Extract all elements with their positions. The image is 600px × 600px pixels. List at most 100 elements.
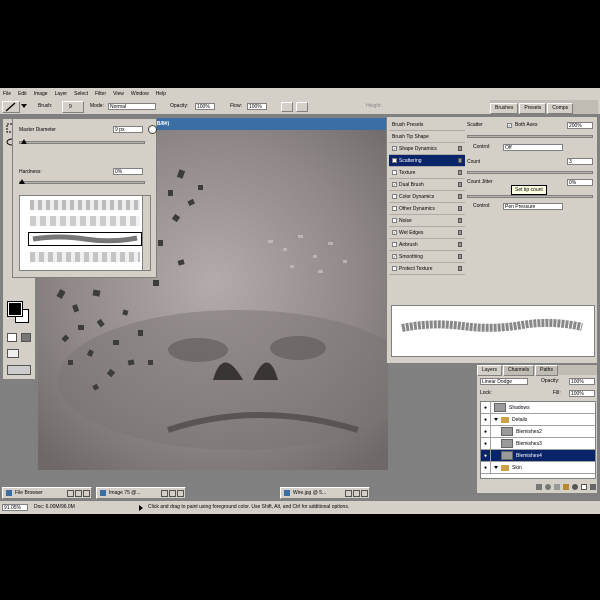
airbrush-button[interactable]: [281, 102, 293, 112]
eye-icon[interactable]: ●: [481, 414, 491, 425]
minimized-document[interactable]: Wire.jpg @ 5...: [280, 487, 370, 499]
eye-icon[interactable]: ●: [481, 402, 491, 413]
minimize-icon[interactable]: [161, 489, 168, 497]
menu-edit[interactable]: Edit: [18, 91, 27, 97]
brush-menu-arrow-icon[interactable]: [148, 125, 157, 134]
tab-layers[interactable]: Layers: [477, 365, 503, 376]
lock-icon[interactable]: [458, 230, 462, 235]
brush-setting-brush-tip-shape[interactable]: Brush Tip Shape: [389, 131, 465, 143]
layer-row[interactable]: ● Details: [481, 414, 595, 426]
brush-tip-swatch[interactable]: [30, 200, 140, 210]
brush-tool-preset-button[interactable]: [2, 101, 20, 113]
expand-triangle-icon[interactable]: [494, 466, 498, 469]
count-slider[interactable]: [467, 171, 593, 174]
menu-window[interactable]: Window: [131, 91, 149, 97]
layer-row[interactable]: ● Skin: [481, 462, 595, 474]
lock-icon[interactable]: [458, 266, 462, 271]
scatter-control-select[interactable]: Off: [503, 144, 563, 151]
layer-opacity-field[interactable]: 100%: [569, 378, 595, 385]
close-icon[interactable]: [177, 489, 184, 497]
menu-image[interactable]: Image: [34, 91, 48, 97]
checked-checkbox-icon[interactable]: ✓: [392, 230, 397, 235]
tab-paths[interactable]: Paths: [535, 365, 558, 376]
eye-icon[interactable]: ●: [481, 450, 491, 461]
tool-preset-arrow-icon[interactable]: [21, 104, 27, 108]
brush-setting-dual-brush[interactable]: ✓ Dual Brush: [389, 179, 465, 191]
checkbox-icon[interactable]: [392, 170, 397, 175]
quick-mask-icon[interactable]: [7, 333, 17, 342]
brush-tip-selected[interactable]: [28, 232, 142, 246]
checkbox-icon[interactable]: [392, 194, 397, 199]
checked-checkbox-icon[interactable]: ✓: [392, 158, 397, 163]
count-jitter-slider[interactable]: [467, 195, 593, 198]
lock-icon[interactable]: [458, 182, 462, 187]
brush-setting-scattering[interactable]: ✓ Scattering: [389, 155, 465, 167]
foreground-color-swatch[interactable]: [7, 301, 23, 317]
brush-setting-shape-dynamics[interactable]: ✓ Shape Dynamics: [389, 143, 465, 155]
count-jitter-control-select[interactable]: Pen Pressure: [503, 203, 563, 210]
minimize-icon[interactable]: [345, 489, 352, 497]
palette-well-tab-comps[interactable]: Comps: [547, 103, 574, 114]
brush-setting-smoothing[interactable]: ✓ Smoothing: [389, 251, 465, 263]
checkbox-icon[interactable]: [392, 266, 397, 271]
master-diameter-field[interactable]: 9 px: [113, 126, 143, 133]
lock-icon[interactable]: [458, 158, 462, 163]
maximize-icon[interactable]: [353, 489, 360, 497]
eye-icon[interactable]: ●: [481, 438, 491, 449]
brush-preset-picker[interactable]: 9: [62, 101, 84, 113]
jump-to-imageready-icon[interactable]: [7, 365, 31, 375]
hardness-slider[interactable]: [19, 181, 145, 184]
checkbox-icon[interactable]: [392, 218, 397, 223]
fill-field[interactable]: 100%: [569, 390, 595, 397]
brush-setting-color-dynamics[interactable]: Color Dynamics: [389, 191, 465, 203]
master-diameter-slider-thumb[interactable]: [21, 139, 27, 144]
lock-icon[interactable]: [458, 170, 462, 175]
blend-mode-select[interactable]: Linear Dodge: [480, 378, 528, 385]
brush-setting-protect-texture[interactable]: Protect Texture: [389, 263, 465, 275]
opacity-field[interactable]: 100%: [195, 103, 215, 110]
checkbox-icon[interactable]: [392, 206, 397, 211]
status-menu-arrow-icon[interactable]: [139, 505, 143, 511]
brushes-palette-toggle[interactable]: [296, 102, 308, 112]
menu-layer[interactable]: Layer: [55, 91, 68, 97]
lock-icon[interactable]: [458, 146, 462, 151]
brush-tip-swatch[interactable]: [30, 252, 140, 262]
eye-icon[interactable]: ●: [481, 426, 491, 437]
minimized-document[interactable]: File Browser: [2, 487, 92, 499]
brush-setting-brush-presets[interactable]: Brush Presets: [389, 119, 465, 131]
brush-setting-noise[interactable]: Noise: [389, 215, 465, 227]
master-diameter-slider[interactable]: [19, 141, 145, 144]
eye-icon[interactable]: ●: [481, 462, 491, 473]
lock-icon[interactable]: [458, 206, 462, 211]
close-icon[interactable]: [83, 489, 90, 497]
hardness-slider-thumb[interactable]: [19, 179, 25, 184]
lock-icon[interactable]: [458, 194, 462, 199]
checkbox-icon[interactable]: [392, 242, 397, 247]
lock-icon[interactable]: [458, 254, 462, 259]
layer-row[interactable]: ● Blemishes3: [481, 438, 595, 450]
checked-checkbox-icon[interactable]: ✓: [392, 146, 397, 151]
menu-filter[interactable]: Filter: [95, 91, 106, 97]
minimize-icon[interactable]: [67, 489, 74, 497]
brush-setting-other-dynamics[interactable]: Other Dynamics: [389, 203, 465, 215]
hardness-field[interactable]: 0%: [113, 168, 143, 175]
standard-mode-icon[interactable]: [21, 333, 31, 342]
flow-field[interactable]: 100%: [247, 103, 267, 110]
expand-triangle-icon[interactable]: [494, 418, 498, 421]
checked-checkbox-icon[interactable]: ✓: [392, 182, 397, 187]
menu-help[interactable]: Help: [156, 91, 166, 97]
checked-checkbox-icon[interactable]: ✓: [392, 254, 397, 259]
menu-file[interactable]: File: [3, 91, 11, 97]
maximize-icon[interactable]: [169, 489, 176, 497]
layer-row[interactable]: ● Blemishes4: [481, 450, 595, 462]
both-axes-checkbox[interactable]: ✓: [507, 123, 514, 129]
scatter-slider[interactable]: [467, 135, 593, 138]
zoom-field[interactable]: 91.05%: [2, 504, 28, 511]
screen-mode-icon[interactable]: [7, 349, 19, 358]
scatter-field[interactable]: 200%: [567, 122, 593, 129]
mode-select[interactable]: Normal: [108, 103, 156, 110]
layer-row[interactable]: ● Shadows: [481, 402, 595, 414]
maximize-icon[interactable]: [75, 489, 82, 497]
menu-select[interactable]: Select: [74, 91, 88, 97]
brush-setting-airbrush[interactable]: Airbrush: [389, 239, 465, 251]
